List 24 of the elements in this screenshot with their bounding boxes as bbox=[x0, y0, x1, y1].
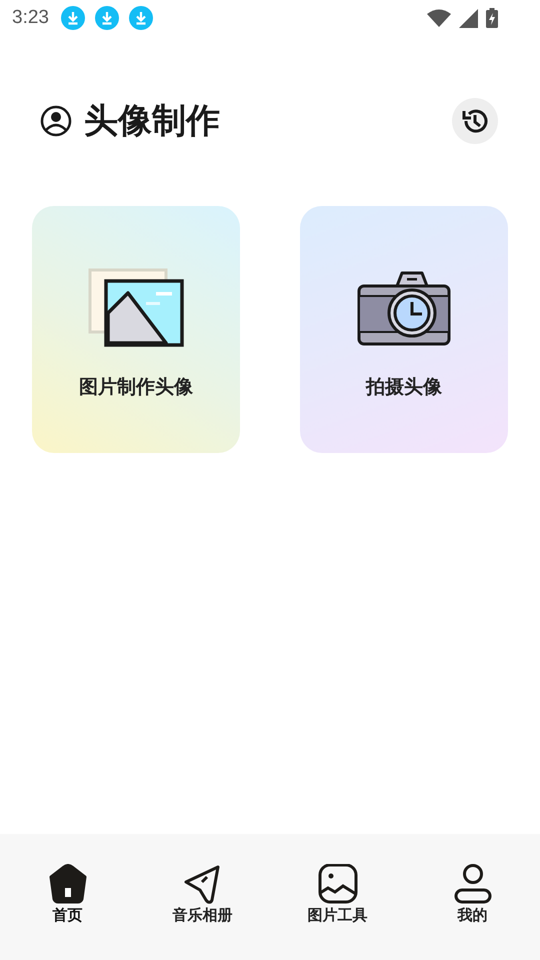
download-icon bbox=[60, 6, 85, 30]
card-label: 图片制作头像 bbox=[79, 375, 193, 400]
nav-tab[interactable]: 首页 bbox=[0, 834, 135, 960]
page-title: 头像制作 bbox=[84, 100, 220, 143]
status-time: 3:23 bbox=[12, 7, 49, 29]
history-button[interactable] bbox=[452, 98, 498, 144]
nav-tab[interactable]: 音乐相册 bbox=[135, 834, 270, 960]
user-icon bbox=[452, 864, 494, 904]
download-icon bbox=[94, 6, 119, 30]
signal-icon bbox=[459, 8, 478, 28]
feature-card[interactable]: 图片制作头像 bbox=[32, 206, 240, 453]
nav-tab[interactable]: 图片工具 bbox=[270, 834, 405, 960]
card-label: 拍摄头像 bbox=[366, 375, 442, 400]
user-circle-icon bbox=[40, 105, 72, 137]
wifi-icon bbox=[427, 9, 451, 27]
image-icon bbox=[316, 864, 358, 904]
download-icon bbox=[128, 6, 153, 30]
history-icon bbox=[461, 107, 489, 135]
feature-card[interactable]: 拍摄头像 bbox=[300, 206, 508, 453]
camera-icon bbox=[357, 270, 451, 348]
home-icon bbox=[46, 864, 88, 904]
gallery-icon bbox=[88, 268, 184, 348]
nav-tab[interactable]: 我的 bbox=[405, 834, 540, 960]
battery-icon bbox=[486, 8, 498, 28]
